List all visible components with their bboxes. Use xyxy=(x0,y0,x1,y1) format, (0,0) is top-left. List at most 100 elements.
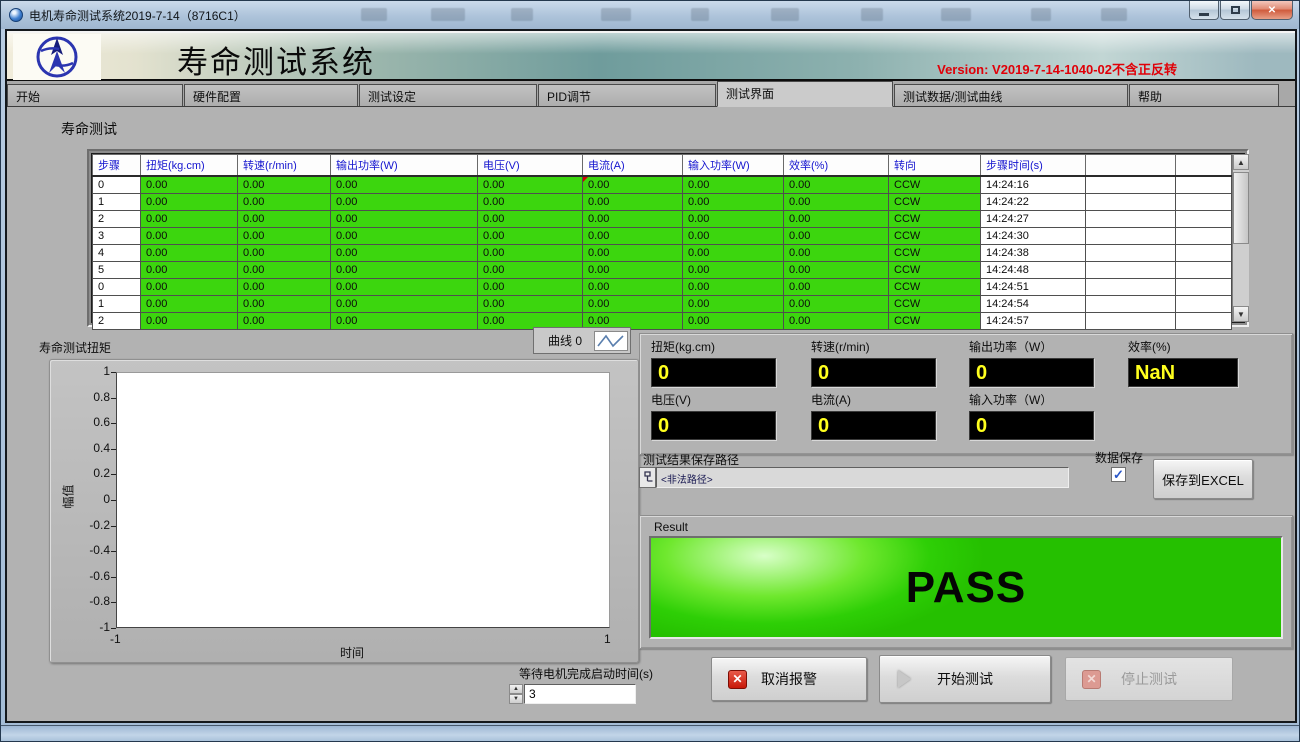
increment-icon[interactable]: ▲ xyxy=(509,684,523,694)
tab-5[interactable]: 测试界面 xyxy=(717,81,893,107)
minimize-button[interactable] xyxy=(1189,1,1219,20)
indicator-2: 转速(r/min) 0 xyxy=(811,338,936,387)
y-tick-label: 0.2 xyxy=(74,466,110,480)
table-cell xyxy=(1086,278,1176,295)
column-header: 输入功率(W) xyxy=(683,155,784,177)
scrollbar-thumb[interactable] xyxy=(1233,172,1249,244)
y-axis-label: 幅值 xyxy=(60,484,77,508)
table-cell: 0.00 xyxy=(583,278,683,295)
table-row: 20.000.000.000.000.000.000.00CCW14:24:27 xyxy=(93,210,1232,227)
table-cell: 0.00 xyxy=(141,210,238,227)
result-panel: Result PASS xyxy=(639,515,1293,649)
table-cell: 0.00 xyxy=(331,244,478,261)
table-cell: 0.00 xyxy=(583,244,683,261)
table-row: 10.000.000.000.000.000.000.00CCW14:24:54 xyxy=(93,295,1232,312)
tab-6[interactable]: 测试数据/测试曲线 xyxy=(894,84,1128,106)
y-tick-label: 1 xyxy=(74,364,110,378)
table-row: 20.000.000.000.000.000.000.00CCW14:24:57 xyxy=(93,312,1232,329)
close-button[interactable]: ✕ xyxy=(1251,1,1293,20)
table-cell xyxy=(1176,210,1232,227)
column-header: 转速(r/min) xyxy=(238,155,331,177)
table-cell: CCW xyxy=(889,244,981,261)
table-cell: 0.00 xyxy=(478,176,583,193)
data-save-checkbox[interactable]: ✓ xyxy=(1111,467,1126,482)
torque-chart: 10.80.60.40.20-0.2-0.4-0.6-0.8-1 -1 1 幅值… xyxy=(49,359,639,663)
scroll-up-button[interactable]: ▲ xyxy=(1233,154,1249,170)
table-cell: 0.00 xyxy=(478,295,583,312)
tab-7[interactable]: 帮助 xyxy=(1129,84,1279,106)
table-cell: 0.00 xyxy=(478,261,583,278)
x-tick-min: -1 xyxy=(110,632,121,646)
table-cell: 2 xyxy=(93,312,141,329)
tab-4[interactable]: PID调节 xyxy=(538,84,716,106)
table-scrollbar[interactable]: ▲ ▼ xyxy=(1232,154,1249,322)
table-cell: 0.00 xyxy=(784,244,889,261)
table-cell: 0.00 xyxy=(331,210,478,227)
table-cell: 0.00 xyxy=(683,244,784,261)
wait-time-input[interactable] xyxy=(524,684,636,704)
table-cell: 0.00 xyxy=(478,193,583,210)
tab-3[interactable]: 测试设定 xyxy=(359,84,537,106)
save-path-field[interactable]: <非法路径> xyxy=(656,467,1069,488)
indicator-value: 0 xyxy=(811,358,936,387)
wait-time-stepper[interactable]: ▲ ▼ xyxy=(509,684,523,704)
table-cell: CCW xyxy=(889,210,981,227)
table-cell: 0.00 xyxy=(238,295,331,312)
table-cell: 0.00 xyxy=(331,278,478,295)
table-cell: 0.00 xyxy=(331,193,478,210)
header-banner: 寿命测试系统 Version: V2019-7-14-1040-02不含正反转 xyxy=(7,31,1295,81)
tab-2[interactable]: 硬件配置 xyxy=(184,84,358,106)
indicator-7: 输入功率（W）0 xyxy=(969,391,1094,440)
plot-area[interactable] xyxy=(116,372,610,628)
stop-test-button: ✕停止测试 xyxy=(1065,657,1233,701)
table-cell: 0.00 xyxy=(478,278,583,295)
table-cell xyxy=(1086,261,1176,278)
wait-time-label: 等待电机完成启动时间(s) xyxy=(519,665,653,682)
path-browse-icon[interactable] xyxy=(639,467,656,488)
table-cell xyxy=(1176,278,1232,295)
table-cell xyxy=(1176,312,1232,329)
column-header: 步骤 xyxy=(93,155,141,177)
table-cell xyxy=(1086,312,1176,329)
table-cell: 14:24:38 xyxy=(981,244,1086,261)
save-to-excel-button[interactable]: 保存到EXCEL xyxy=(1153,459,1253,499)
table-cell: 0.00 xyxy=(683,193,784,210)
measurement-panel: 扭矩(kg.cm)0转速(r/min)0输出功率（W）0效率(%)NaN电压(V… xyxy=(639,333,1293,455)
cell-marker xyxy=(583,177,588,182)
indicator-1: 扭矩(kg.cm)0 xyxy=(651,338,776,387)
chart-legend[interactable]: 曲线 0 xyxy=(533,327,631,354)
main-content: 寿命测试 步骤扭矩(kg.cm)转速(r/min)输出功率(W)电压(V)电流(… xyxy=(7,107,1295,719)
indicator-label: 转速(r/min) xyxy=(811,338,936,355)
tab-1[interactable]: 开始 xyxy=(7,84,183,106)
save-path-control[interactable]: <非法路径> xyxy=(639,467,1069,488)
table-cell: 0.00 xyxy=(141,295,238,312)
maximize-button[interactable] xyxy=(1220,1,1250,20)
legend-line-swatch[interactable] xyxy=(594,331,628,351)
scroll-down-button[interactable]: ▼ xyxy=(1233,306,1249,322)
table-cell: 5 xyxy=(93,261,141,278)
table-cell: 1 xyxy=(93,193,141,210)
table-cell: 0.00 xyxy=(784,261,889,278)
tab-bar: 开始硬件配置测试设定PID调节测试界面测试数据/测试曲线帮助 xyxy=(7,81,1295,107)
table-cell: 0.00 xyxy=(331,227,478,244)
version-text: Version: V2019-7-14-1040-02不含正反转 xyxy=(937,59,1177,78)
start-test-button[interactable]: 开始测试 xyxy=(879,655,1051,703)
table-cell: 14:24:22 xyxy=(981,193,1086,210)
indicator-value: 0 xyxy=(651,411,776,440)
column-header xyxy=(1176,155,1232,177)
table-cell xyxy=(1086,193,1176,210)
table-row: 40.000.000.000.000.000.000.00CCW14:24:38 xyxy=(93,244,1232,261)
titlebar-ghost-artifacts xyxy=(301,6,1169,24)
table-cell: 0.00 xyxy=(683,295,784,312)
table-cell: 14:24:57 xyxy=(981,312,1086,329)
save-path-label: 测试结果保存路径 xyxy=(643,451,739,468)
table-cell: 14:24:54 xyxy=(981,295,1086,312)
table-cell xyxy=(1176,295,1232,312)
table-cell: 0.00 xyxy=(238,278,331,295)
decrement-icon[interactable]: ▼ xyxy=(509,694,523,704)
column-header: 电流(A) xyxy=(583,155,683,177)
table-cell: 14:24:48 xyxy=(981,261,1086,278)
table-cell: 0.00 xyxy=(784,193,889,210)
table-cell: 0.00 xyxy=(238,227,331,244)
cancel-alarm-button[interactable]: ✕取消报警 xyxy=(711,657,867,701)
